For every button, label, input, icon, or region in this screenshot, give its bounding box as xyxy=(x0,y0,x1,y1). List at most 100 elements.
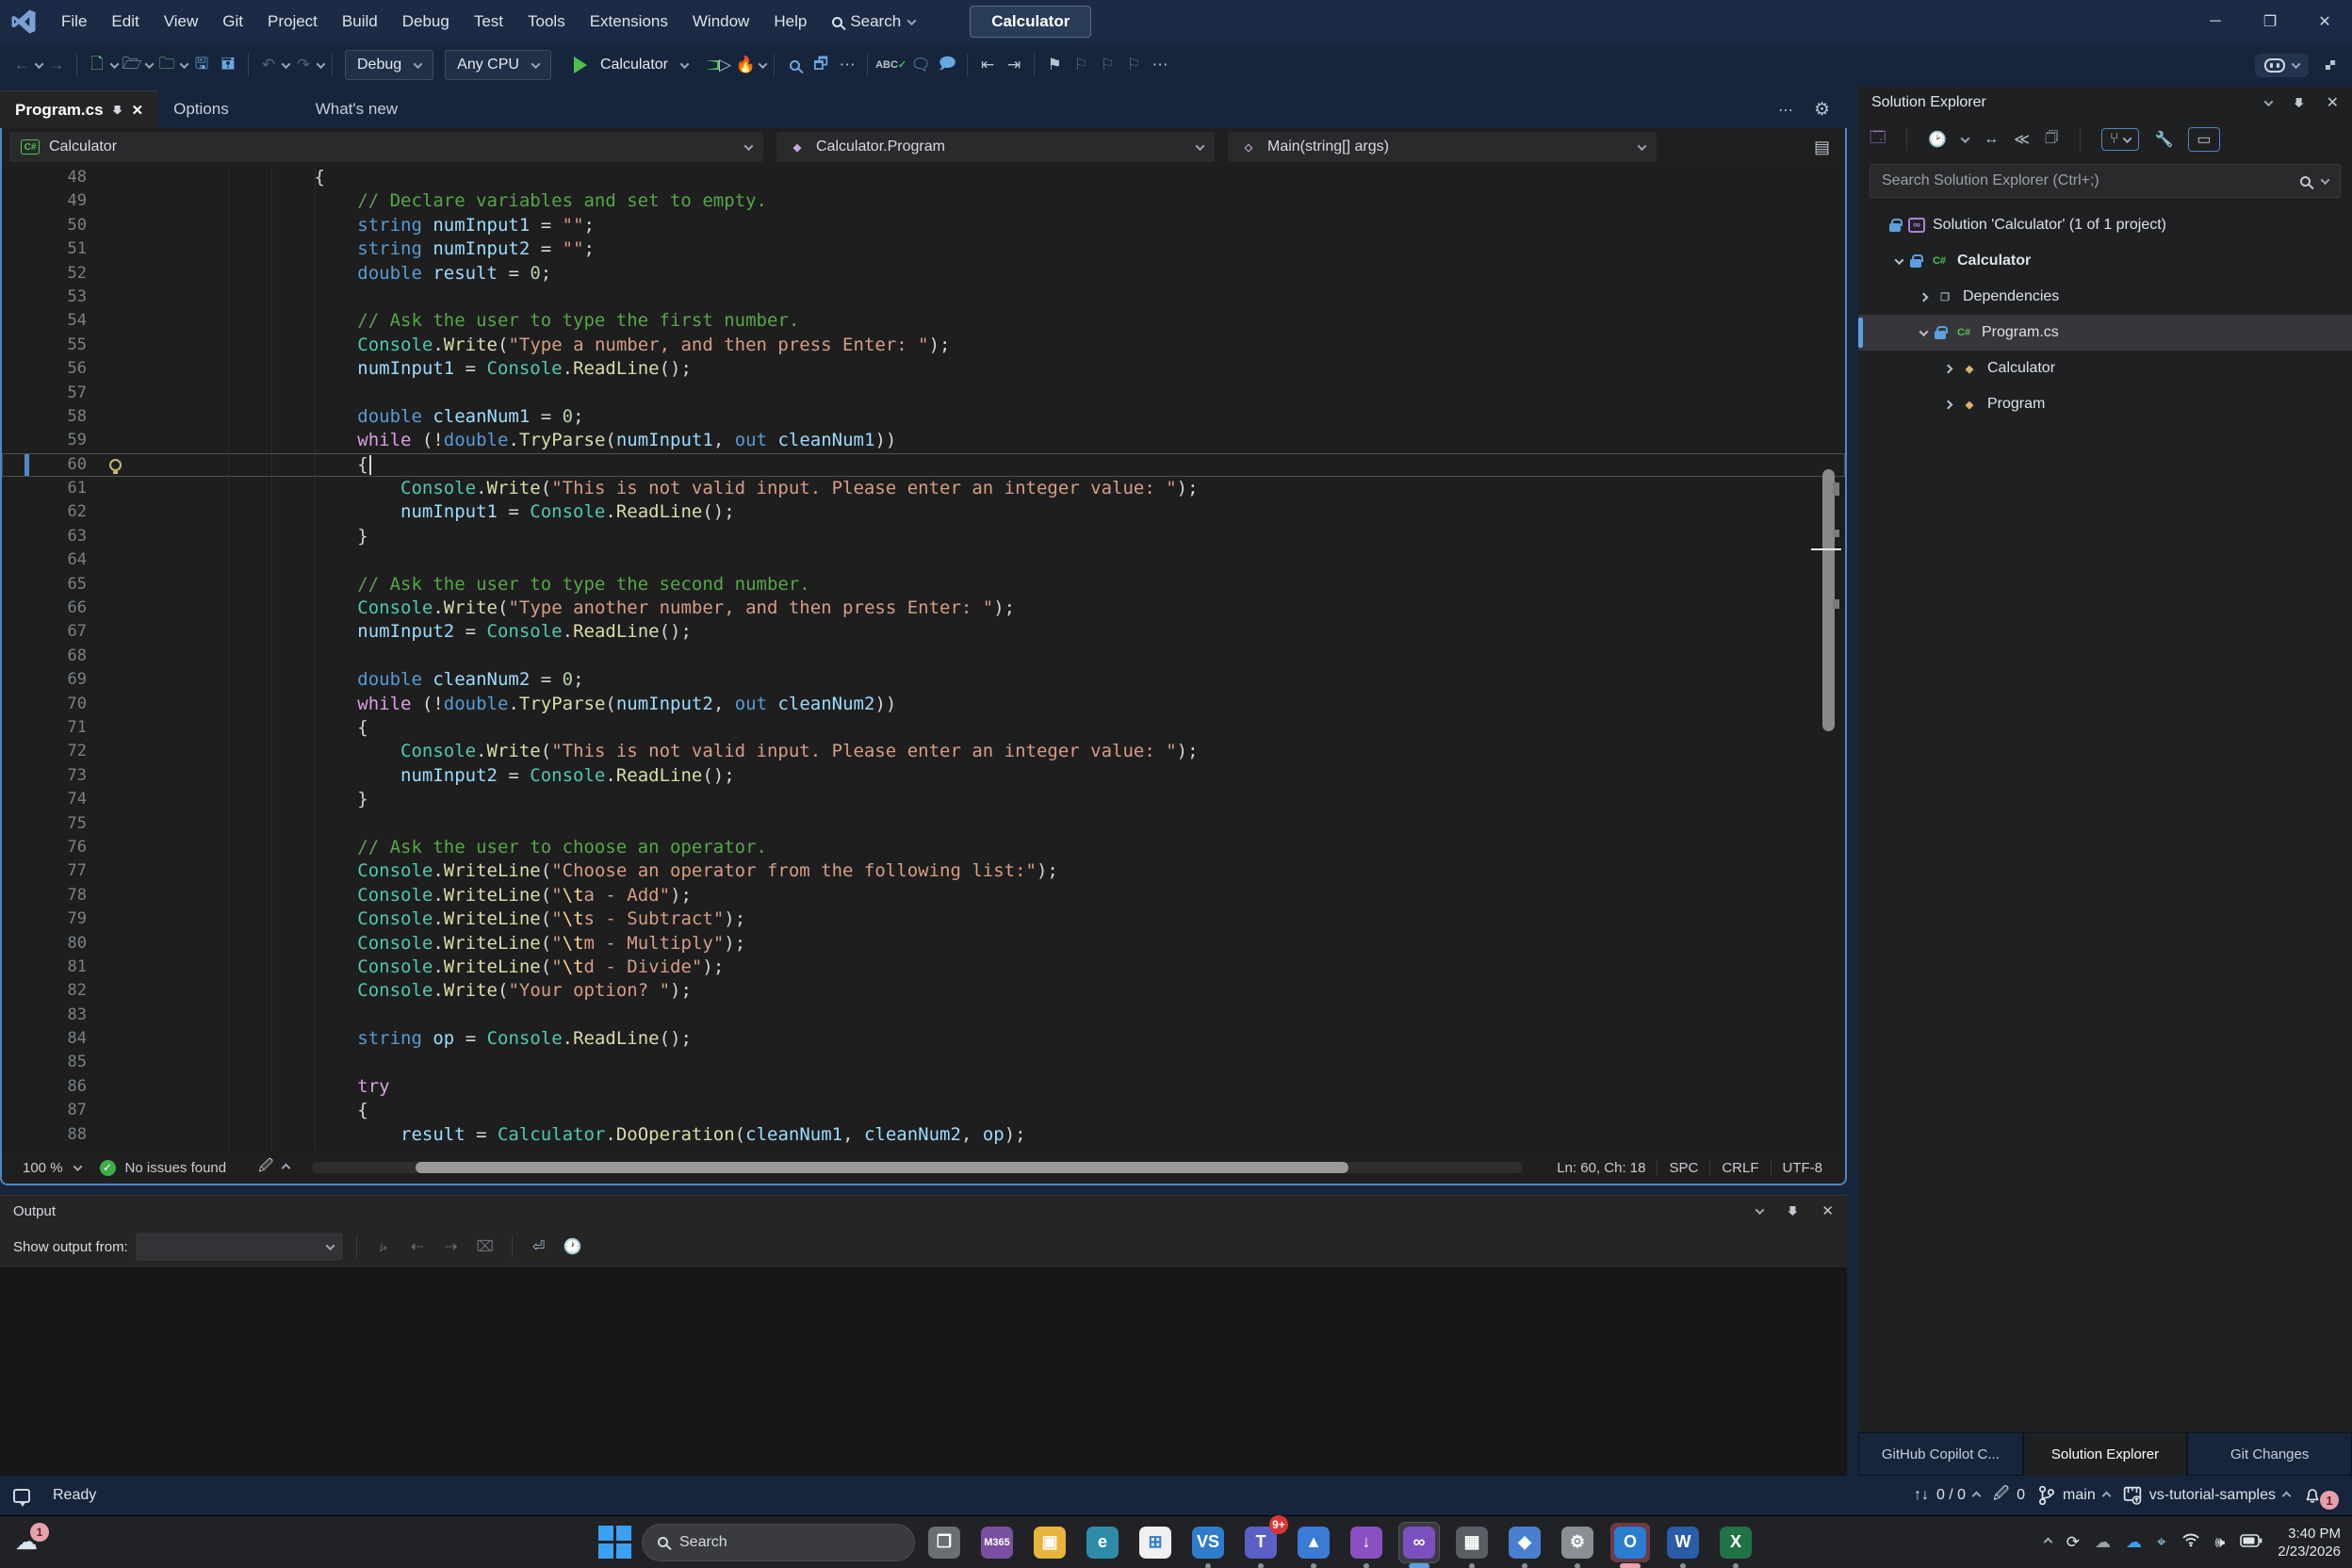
code-line-52[interactable]: 52double result = 0; xyxy=(2,262,1845,286)
taskbar-app-task-view[interactable]: ❐ xyxy=(924,1523,964,1562)
output-content[interactable] xyxy=(0,1267,1847,1476)
menu-window[interactable]: Window xyxy=(680,0,761,43)
code-line-70[interactable]: 70while (!double.TryParse(numInput2, out… xyxy=(2,693,1845,716)
tree-item-calculator[interactable]: ◆Calculator xyxy=(1858,351,2352,386)
onedrive-business-icon[interactable]: ☁ xyxy=(2126,1533,2142,1552)
editor-vertical-scrollbar[interactable] xyxy=(1819,166,1839,1152)
tree-item-dependencies[interactable]: ❐Dependencies xyxy=(1858,279,2352,315)
code-line-67[interactable]: 67numInput2 = Console.ReadLine(); xyxy=(2,620,1845,644)
issues-status-label[interactable]: No issues found xyxy=(125,1160,227,1176)
start-button[interactable] xyxy=(596,1525,632,1560)
code-line-71[interactable]: 71{ xyxy=(2,716,1845,740)
start-debugging-button[interactable]: Calculator xyxy=(563,50,699,80)
solution-explorer-search-input[interactable]: Search Solution Explorer (Ctrl+;) xyxy=(1870,164,2341,198)
weather-widget[interactable]: ☁1 xyxy=(15,1528,38,1556)
show-all-files-icon[interactable]: 🗇 xyxy=(2045,127,2059,153)
tab-options[interactable]: Options xyxy=(158,90,244,128)
panel-pin-icon[interactable] xyxy=(2295,98,2304,107)
scrollbar-thumb[interactable] xyxy=(416,1162,1348,1173)
code-line-81[interactable]: 81Console.WriteLine("\td - Divide"); xyxy=(2,956,1845,979)
code-line-85[interactable]: 85 xyxy=(2,1051,1845,1074)
code-line-49[interactable]: 49// Declare variables and set to empty. xyxy=(2,189,1845,213)
taskbar-app-visual-studio[interactable]: ∞ xyxy=(1399,1523,1439,1562)
find-message-icon[interactable]: ⭟ xyxy=(370,1237,397,1256)
redo-icon[interactable]: ↷ xyxy=(291,51,316,79)
code-line-73[interactable]: 73numInput2 = Console.ReadLine(); xyxy=(2,764,1845,788)
panel-splitter[interactable] xyxy=(1847,87,1858,1476)
code-line-55[interactable]: 55Console.Write("Type a number, and then… xyxy=(2,334,1845,357)
code-line-64[interactable]: 64 xyxy=(2,548,1845,572)
line-ending-label[interactable]: CRLF xyxy=(1709,1160,1770,1176)
tree-item-solution-calculator-1-of-1-project-[interactable]: ∞Solution 'Calculator' (1 of 1 project) xyxy=(1858,207,2352,243)
panel-close-icon[interactable]: ✕ xyxy=(2327,93,2339,112)
unpushed-edits-status[interactable]: 🖉 0 xyxy=(1993,1483,2025,1509)
zoom-dropdown[interactable]: 100 % xyxy=(13,1156,90,1180)
search-menu-item[interactable]: Search xyxy=(819,12,928,31)
redo-chevron-icon[interactable] xyxy=(317,59,326,69)
code-line-83[interactable]: 83 xyxy=(2,1004,1845,1027)
menu-build[interactable]: Build xyxy=(330,0,390,43)
switch-views-icon[interactable]: 🗔 xyxy=(1870,127,1886,153)
git-repository-selector[interactable]: vs-tutorial-samples xyxy=(2123,1486,2290,1505)
open-file-chevron-icon[interactable] xyxy=(145,59,155,69)
taskbar-app-word[interactable]: W xyxy=(1663,1523,1703,1562)
code-line-62[interactable]: 62numInput1 = Console.ReadLine(); xyxy=(2,500,1845,524)
git-branch-selector[interactable]: main xyxy=(2038,1486,2110,1505)
menu-help[interactable]: Help xyxy=(761,0,819,43)
chevron-right-icon[interactable] xyxy=(1944,400,1953,409)
restore-button[interactable]: ❐ xyxy=(2243,0,2297,43)
solution-platform-dropdown[interactable]: Any CPU xyxy=(445,50,551,80)
code-line-69[interactable]: 69double cleanNum2 = 0; xyxy=(2,668,1845,692)
properties-wrench-icon[interactable]: 🔧 xyxy=(2154,130,2173,149)
edit-toolbar-overflow-icon[interactable]: ⋯ xyxy=(1148,51,1172,79)
tab-git-changes[interactable]: Git Changes xyxy=(2187,1432,2352,1476)
panel-close-icon[interactable]: ✕ xyxy=(1821,1202,1834,1219)
menu-view[interactable]: View xyxy=(152,0,211,43)
undo-chevron-icon[interactable] xyxy=(282,59,291,69)
project-dropdown[interactable]: C# Calculator xyxy=(9,132,763,162)
sync-namespaces-icon[interactable]: ↔ xyxy=(1984,131,1999,148)
code-line-50[interactable]: 50string numInput1 = ""; xyxy=(2,214,1845,237)
menu-project[interactable]: Project xyxy=(255,0,330,43)
next-message-icon[interactable]: ⇢ xyxy=(438,1237,465,1256)
taskbar-app-calculator-app[interactable]: ▦ xyxy=(1452,1523,1492,1562)
solution-configuration-dropdown[interactable]: Debug xyxy=(345,50,433,80)
send-feedback-icon[interactable]: 🙾 xyxy=(2318,51,2343,79)
collapse-all-icon[interactable]: ≪ xyxy=(2014,130,2030,149)
code-line-79[interactable]: 79Console.WriteLine("\ts - Subtract"); xyxy=(2,907,1845,931)
editor-settings-gear-icon[interactable]: ⚙ xyxy=(1814,99,1830,121)
taskbar-clock[interactable]: 3:40 PM 2/23/2026 xyxy=(2278,1525,2341,1560)
split-window-icon[interactable]: ▤ xyxy=(1814,138,1838,157)
menu-git[interactable]: Git xyxy=(210,0,255,43)
caret-position-label[interactable]: Ln: 60, Ch: 18 xyxy=(1545,1160,1657,1176)
tree-item-program-cs[interactable]: C#Program.cs xyxy=(1858,315,2352,351)
code-line-72[interactable]: 72Console.Write("This is not valid input… xyxy=(2,740,1845,763)
code-line-86[interactable]: 86try xyxy=(2,1075,1845,1099)
code-line-60[interactable]: 60{ xyxy=(2,453,1845,477)
hot-reload-chevron-icon[interactable] xyxy=(759,59,768,69)
tab-solution-explorer[interactable]: Solution Explorer xyxy=(2023,1432,2188,1476)
code-line-78[interactable]: 78Console.WriteLine("\ta - Add"); xyxy=(2,884,1845,907)
pending-changes-filter-icon[interactable]: 🕑 xyxy=(1928,130,1947,149)
code-line-87[interactable]: 87{ xyxy=(2,1099,1845,1122)
navigate-back-icon[interactable]: ← xyxy=(9,51,34,79)
menu-tools[interactable]: Tools xyxy=(515,0,578,43)
preview-selected-items-toggle[interactable]: ▭ xyxy=(2188,127,2219,152)
tab-program-cs[interactable]: Program.cs ✕ xyxy=(0,90,158,128)
battery-icon[interactable] xyxy=(2240,1533,2262,1552)
save-all-icon[interactable]: 🖬 xyxy=(216,51,240,79)
code-line-48[interactable]: 48{ xyxy=(2,166,1845,189)
save-icon[interactable]: 🖫 xyxy=(189,51,214,79)
comment-icon[interactable]: 🗨 xyxy=(908,51,933,79)
code-cleanup-icon[interactable]: 🖉 xyxy=(258,1156,273,1180)
member-dropdown[interactable]: ◇ Main(string[] args) xyxy=(1228,132,1657,162)
clear-bookmarks-icon[interactable]: ⚐ xyxy=(1121,51,1146,79)
menu-edit[interactable]: Edit xyxy=(99,0,151,43)
sync-tray-icon[interactable]: ⟳ xyxy=(2066,1533,2080,1552)
code-cleanup-chevron-icon[interactable] xyxy=(282,1163,291,1172)
start-without-debugging-icon[interactable]: ▷ xyxy=(706,51,731,79)
code-line-54[interactable]: 54// Ask the user to type the first numb… xyxy=(2,309,1845,333)
git-sync-status[interactable]: ↑↓ 0 / 0 xyxy=(1914,1487,1980,1504)
toggle-bookmark-icon[interactable]: ⚑ xyxy=(1042,51,1067,79)
onedrive-personal-icon[interactable]: ☁ xyxy=(2095,1533,2111,1552)
